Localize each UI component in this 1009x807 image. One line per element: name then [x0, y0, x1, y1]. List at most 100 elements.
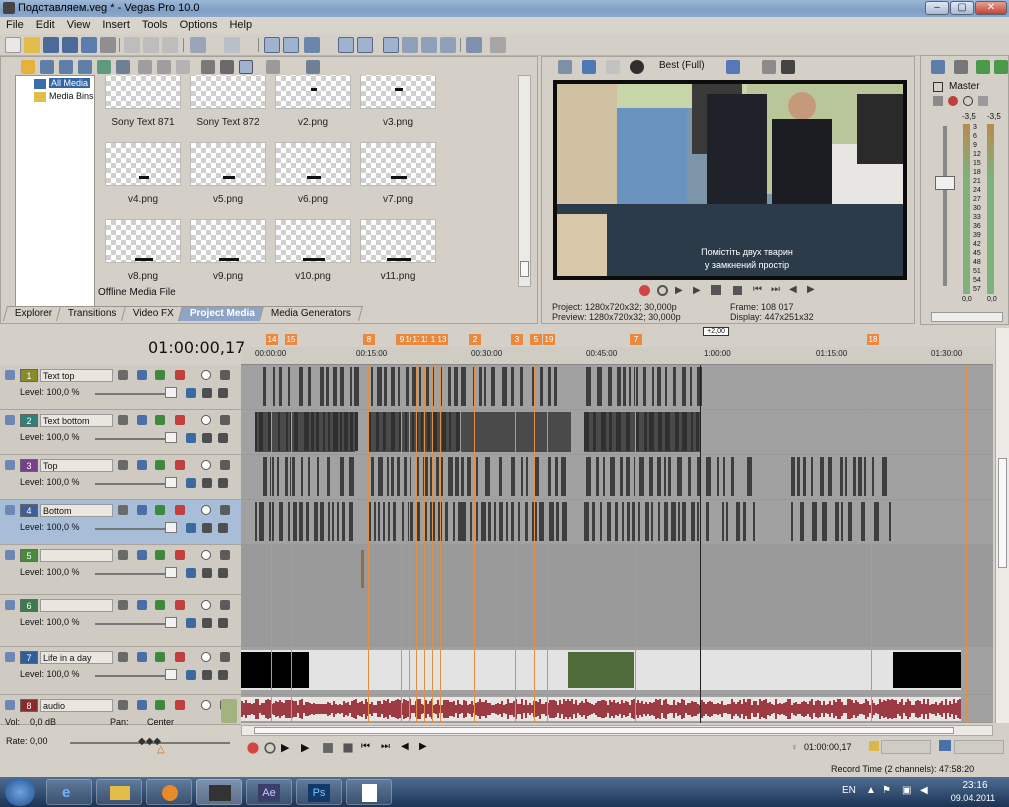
audio-waveform-bar[interactable]: [685, 705, 687, 713]
event-clip[interactable]: [499, 457, 502, 496]
event-clip[interactable]: [433, 412, 437, 451]
audio-waveform-bar[interactable]: [577, 705, 579, 713]
audio-waveform-bar[interactable]: [671, 705, 673, 713]
event-clip[interactable]: [441, 457, 443, 496]
event-clip[interactable]: [263, 457, 267, 496]
event-clip[interactable]: [391, 457, 394, 496]
track-mute-icon[interactable]: [201, 415, 211, 425]
event-clip[interactable]: [333, 412, 338, 451]
audio-waveform-bar[interactable]: [521, 699, 523, 719]
audio-waveform-bar[interactable]: [901, 699, 903, 719]
audio-waveform-bar[interactable]: [449, 702, 451, 716]
import-media-icon[interactable]: [21, 60, 35, 74]
event-clip[interactable]: [791, 457, 795, 496]
event-clip[interactable]: [623, 367, 626, 406]
audio-waveform-bar[interactable]: [611, 702, 613, 716]
event-clip[interactable]: [445, 502, 448, 541]
audio-waveform-bar[interactable]: [257, 699, 259, 719]
audio-waveform-bar[interactable]: [771, 704, 773, 714]
quality-select[interactable]: Best (Full): [659, 60, 705, 71]
audio-waveform-bar[interactable]: [545, 702, 547, 716]
audio-waveform-bar[interactable]: [351, 701, 353, 717]
audio-waveform-bar[interactable]: [457, 700, 459, 718]
event-clip[interactable]: [328, 412, 330, 451]
audio-waveform-bar[interactable]: [273, 703, 275, 715]
audio-waveform-bar[interactable]: [731, 699, 733, 719]
event-clip[interactable]: [723, 457, 725, 496]
event-clip[interactable]: [371, 457, 374, 496]
event-clip[interactable]: [691, 502, 695, 541]
event-clip[interactable]: [404, 457, 407, 496]
video-event-thumb[interactable]: [568, 652, 634, 688]
audio-waveform-bar[interactable]: [873, 703, 875, 715]
stop-preview-icon[interactable]: [220, 60, 234, 74]
start-button[interactable]: [5, 778, 35, 806]
audio-waveform-bar[interactable]: [277, 702, 279, 716]
track-motion-icon[interactable]: [118, 370, 128, 380]
audio-waveform-bar[interactable]: [495, 704, 497, 714]
track-name[interactable]: Top: [40, 459, 113, 472]
save-snapshot-icon[interactable]: [781, 60, 795, 74]
track-bypass-icon[interactable]: [186, 478, 196, 488]
track-bypass-icon[interactable]: [186, 433, 196, 443]
paste-icon[interactable]: [162, 37, 178, 53]
event-clip[interactable]: [494, 502, 496, 541]
audio-waveform-bar[interactable]: [885, 701, 887, 717]
audio-waveform-bar[interactable]: [331, 705, 333, 713]
timeline-hscroll[interactable]: [241, 725, 993, 736]
audio-waveform-bar[interactable]: [319, 704, 321, 714]
track-solo-icon[interactable]: [220, 415, 230, 425]
track-expand-icon[interactable]: [5, 415, 15, 425]
event-clip[interactable]: [290, 457, 295, 496]
track-motion-icon[interactable]: [118, 460, 128, 470]
audio-waveform-bar[interactable]: [621, 700, 623, 718]
event-clip[interactable]: [889, 502, 891, 541]
track-bypass-icon[interactable]: [186, 388, 196, 398]
cut-icon[interactable]: [124, 37, 140, 53]
taskbar-vegas[interactable]: [196, 779, 242, 805]
event-clip[interactable]: [845, 457, 847, 496]
audio-waveform-bar[interactable]: [737, 702, 739, 716]
stop-icon[interactable]: [343, 743, 353, 753]
audio-waveform-bar[interactable]: [487, 703, 489, 715]
event-clip[interactable]: [584, 502, 589, 541]
event-clip[interactable]: [499, 502, 503, 541]
menu-options[interactable]: Options: [174, 17, 224, 31]
track-automation-icon[interactable]: [175, 505, 185, 515]
track-arrow-icon[interactable]: [218, 433, 228, 443]
event-clip[interactable]: [731, 457, 734, 496]
prev-frame-icon[interactable]: ◀: [789, 284, 797, 295]
audio-waveform-bar[interactable]: [839, 699, 841, 719]
audio-waveform-bar[interactable]: [531, 705, 533, 713]
audio-waveform-bar[interactable]: [381, 704, 383, 714]
audio-waveform-bar[interactable]: [247, 703, 249, 715]
event-clip[interactable]: [470, 502, 472, 541]
timeline-marker[interactable]: 18: [867, 334, 879, 345]
audio-waveform-bar[interactable]: [525, 700, 527, 718]
split-screen-icon[interactable]: [606, 60, 620, 74]
event-clip[interactable]: [649, 457, 653, 496]
track-arrow-icon[interactable]: [218, 523, 228, 533]
audio-waveform-bar[interactable]: [463, 700, 465, 718]
mixer-solo-icon[interactable]: [978, 96, 988, 106]
audio-waveform-bar[interactable]: [509, 703, 511, 715]
audio-waveform-bar[interactable]: [659, 699, 661, 719]
audio-waveform-bar[interactable]: [661, 705, 663, 713]
audio-waveform-bar[interactable]: [825, 705, 827, 713]
audio-waveform-bar[interactable]: [605, 701, 607, 717]
audio-waveform-bar[interactable]: [499, 704, 501, 714]
audio-waveform-bar[interactable]: [931, 704, 933, 714]
audio-waveform-bar[interactable]: [323, 704, 325, 714]
event-clip[interactable]: [853, 457, 856, 496]
track-solo-icon[interactable]: [220, 652, 230, 662]
event-clip[interactable]: [461, 457, 464, 496]
properties-icon[interactable]: [100, 37, 116, 53]
taskbar-notepad[interactable]: [346, 779, 392, 805]
marker-line[interactable]: [871, 365, 872, 723]
audio-waveform-bar[interactable]: [663, 700, 665, 718]
event-clip[interactable]: [626, 412, 630, 451]
auto-preview-icon[interactable]: [239, 60, 253, 74]
audio-waveform-bar[interactable]: [707, 702, 709, 716]
media-thumbnail[interactable]: [275, 142, 351, 186]
timeline-marker[interactable]: 14: [266, 334, 278, 345]
